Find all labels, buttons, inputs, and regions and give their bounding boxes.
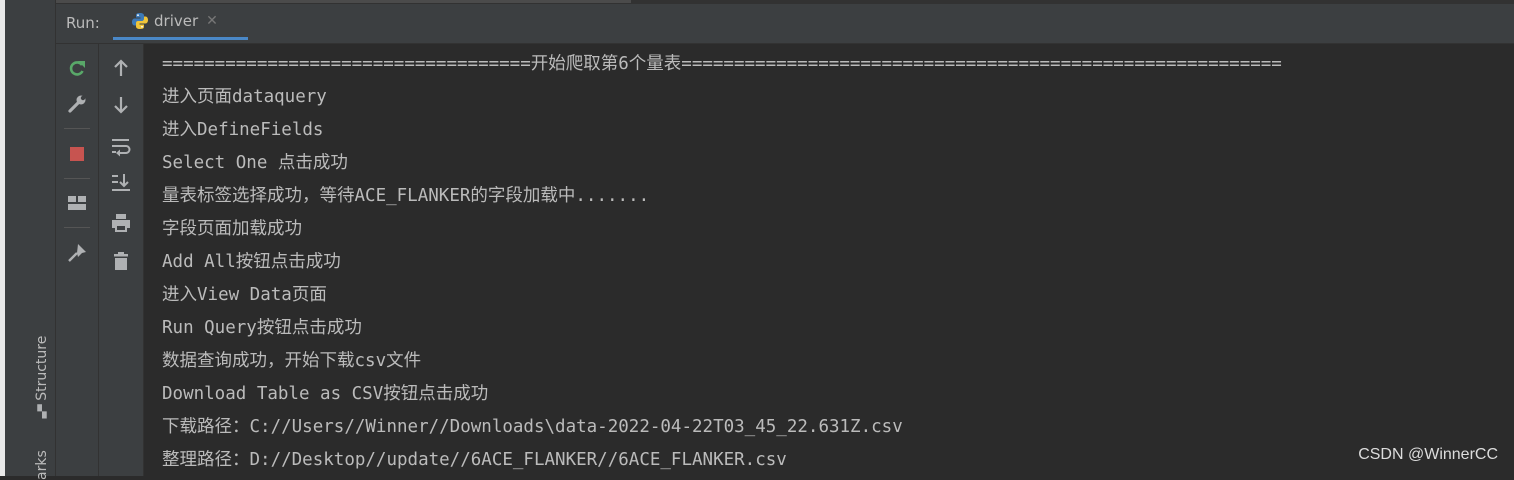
console-line: 进入页面dataquery <box>162 87 327 107</box>
structure-icon: ▚ <box>37 404 47 419</box>
tab-driver[interactable]: driver ✕ <box>113 4 248 40</box>
modify-run-config-button[interactable] <box>63 90 91 118</box>
layout-icon <box>68 196 86 210</box>
structure-tab-label: Structure <box>34 335 50 401</box>
rerun-button[interactable] <box>63 54 91 82</box>
down-button[interactable] <box>107 91 135 119</box>
pin-tab-button[interactable] <box>63 239 91 267</box>
scroll-to-end-button[interactable] <box>107 168 135 196</box>
console-line: 进入View Data页面 <box>162 285 327 305</box>
console-line: 数据查询成功，开始下载csv文件 <box>162 351 422 371</box>
print-icon <box>112 214 130 232</box>
print-button[interactable] <box>107 209 135 237</box>
run-toolbar-primary <box>56 44 99 476</box>
toolbar-separator <box>64 227 90 228</box>
soft-wrap-icon <box>112 139 131 157</box>
console-line: Run Query按钮点击成功 <box>162 318 362 338</box>
console-line: Add All按钮点击成功 <box>162 252 341 272</box>
run-label: Run: <box>66 14 100 32</box>
toolbar-separator <box>64 178 90 179</box>
console-line: 量表标签选择成功，等待ACE_FLANKER的字段加载中....... <box>162 186 650 206</box>
side-tool-strip: ▚ Structure arks <box>5 0 56 480</box>
console-line: 下载路径：C://Users//Winner//Downloads\data-2… <box>162 417 903 437</box>
console-line: Select One 点击成功 <box>162 153 348 173</box>
clear-all-button[interactable] <box>107 247 135 275</box>
trash-icon <box>114 252 128 270</box>
pin-icon <box>68 244 86 262</box>
run-toolbar-secondary <box>99 44 144 476</box>
stop-button[interactable] <box>63 140 91 168</box>
python-icon <box>132 12 148 29</box>
console-line: Download Table as CSV按钮点击成功 <box>162 384 489 404</box>
tab-driver-label: driver <box>154 11 199 30</box>
console-line: 进入DefineFields <box>162 120 324 140</box>
soft-wrap-button[interactable] <box>107 132 135 160</box>
csdn-watermark: CSDN @WinnerCC <box>1358 446 1498 463</box>
toolbar-separator <box>64 128 90 129</box>
restore-layout-button[interactable] <box>63 189 91 217</box>
wrench-icon <box>68 95 86 113</box>
console-line: 字段页面加载成功 <box>162 219 302 239</box>
up-button[interactable] <box>107 54 135 82</box>
stop-icon <box>70 147 84 161</box>
close-icon[interactable]: ✕ <box>206 13 218 29</box>
rerun-icon <box>69 61 85 76</box>
console-line: 整理路径：D://Desktop//update//6ACE_FLANKER//… <box>162 450 787 470</box>
console-line: ===================================开始爬取第… <box>162 54 1282 74</box>
down-arrow-icon <box>114 97 128 114</box>
up-arrow-icon <box>114 59 128 76</box>
structure-tool-tab[interactable]: ▚ Structure <box>34 335 50 419</box>
scroll-to-end-icon <box>112 174 130 191</box>
console-output[interactable]: ===================================开始爬取第… <box>144 44 1514 476</box>
run-header: Run: driver ✕ <box>56 4 1514 44</box>
top-scroll-segment <box>56 0 631 3</box>
